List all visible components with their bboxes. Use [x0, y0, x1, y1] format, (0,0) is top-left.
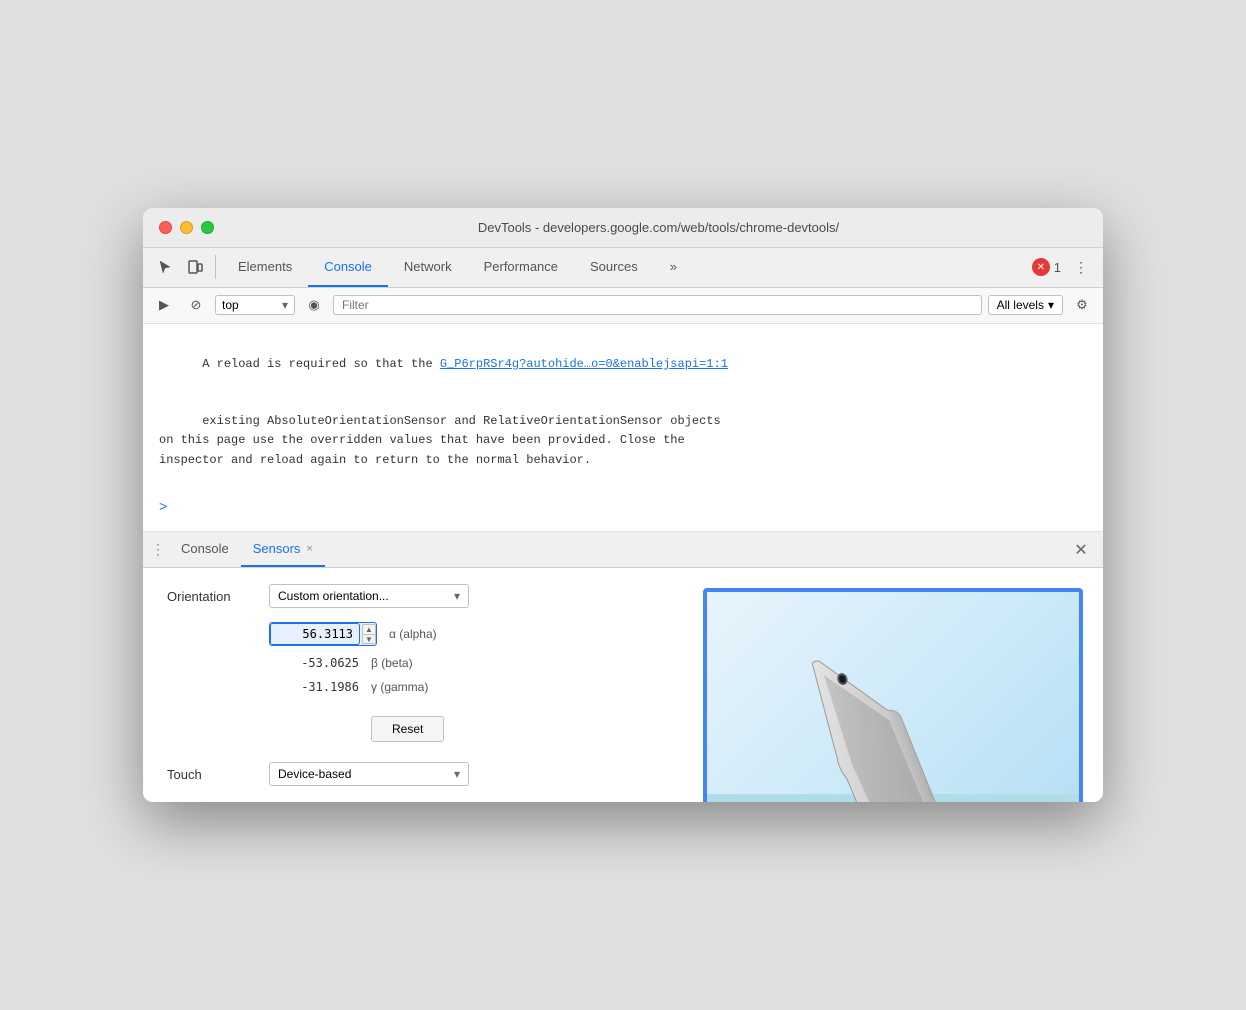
phone-visualization [703, 588, 1083, 802]
sensors-panel: Orientation Custom orientation... ▾ ▲ ▼ [143, 568, 1103, 802]
console-link[interactable]: G_P6rpRSr4g?autohide…o=0&enablejsapi=1:1 [440, 357, 728, 371]
close-button[interactable] [159, 221, 172, 234]
console-prompt[interactable]: > [159, 497, 1087, 519]
devtools-window: DevTools - developers.google.com/web/too… [143, 208, 1103, 803]
sensors-tab-close[interactable]: × [306, 543, 312, 555]
log-levels-button[interactable]: All levels ▾ [988, 295, 1063, 315]
bottom-tabs-bar: ⋮ Console Sensors × ✕ [143, 532, 1103, 568]
beta-label: β (beta) [371, 656, 413, 670]
alpha-input[interactable] [270, 623, 360, 645]
bottom-panel: ⋮ Console Sensors × ✕ Orientation Custom… [143, 532, 1103, 802]
bottom-tab-sensors[interactable]: Sensors × [241, 532, 325, 567]
bottom-panel-close-button[interactable]: ✕ [1067, 536, 1095, 564]
touch-dropdown-arrow: ▾ [454, 767, 460, 781]
tab-performance[interactable]: Performance [468, 248, 574, 287]
orientation-dropdown-arrow: ▾ [454, 589, 460, 603]
block-icon[interactable]: ⊘ [183, 292, 209, 318]
reset-button[interactable]: Reset [371, 716, 444, 742]
run-script-button[interactable]: ▶ [151, 292, 177, 318]
console-message: A reload is required so that the G_P6rpR… [159, 336, 1087, 490]
message-text-body: existing AbsoluteOrientationSensor and R… [159, 414, 721, 466]
tab-console[interactable]: Console [308, 248, 388, 287]
orientation-dropdown[interactable]: Custom orientation... ▾ [269, 584, 469, 608]
phone-3d-model [754, 602, 1033, 802]
message-text-prefix: A reload is required so that the [202, 357, 440, 371]
error-badge: ✕ [1032, 258, 1050, 276]
devtools-toolbar: Elements Console Network Performance Sou… [143, 248, 1103, 288]
drawer-more-icon[interactable]: ⋮ [151, 541, 165, 558]
toolbar-divider [215, 255, 216, 279]
device-icon[interactable] [181, 253, 209, 281]
context-dropdown-arrow: ▾ [282, 298, 288, 312]
gamma-input[interactable] [269, 680, 359, 694]
title-bar: DevTools - developers.google.com/web/too… [143, 208, 1103, 248]
error-indicator[interactable]: ✕ 1 [1032, 258, 1061, 276]
eye-icon[interactable]: ◉ [301, 292, 327, 318]
gamma-label: γ (gamma) [371, 680, 428, 694]
alpha-label: α (alpha) [389, 627, 437, 641]
settings-icon[interactable]: ⚙ [1069, 292, 1095, 318]
cursor-icon[interactable] [151, 253, 179, 281]
alpha-decrement[interactable]: ▼ [362, 634, 376, 644]
levels-chevron-icon: ▾ [1048, 298, 1054, 312]
traffic-lights [159, 221, 214, 234]
console-toolbar: ▶ ⊘ top ▾ ◉ All levels ▾ ⚙ [143, 288, 1103, 324]
error-count: 1 [1054, 260, 1061, 275]
bottom-tab-console[interactable]: Console [169, 532, 241, 567]
tab-sources[interactable]: Sources [574, 248, 654, 287]
orientation-label: Orientation [167, 589, 257, 604]
tab-elements[interactable]: Elements [222, 248, 308, 287]
toolbar-right: ✕ 1 ⋮ [1032, 253, 1095, 281]
touch-label: Touch [167, 767, 257, 782]
tab-bar: Elements Console Network Performance Sou… [222, 248, 1030, 287]
touch-dropdown[interactable]: Device-based ▾ [269, 762, 469, 786]
window-title: DevTools - developers.google.com/web/too… [230, 220, 1087, 235]
console-output: A reload is required so that the G_P6rpR… [143, 324, 1103, 533]
filter-input[interactable] [333, 295, 982, 315]
more-options-icon[interactable]: ⋮ [1067, 253, 1095, 281]
tab-more[interactable]: » [654, 248, 693, 287]
context-selector[interactable]: top ▾ [215, 295, 295, 315]
alpha-spinner: ▲ ▼ [362, 624, 376, 644]
minimize-button[interactable] [180, 221, 193, 234]
tab-network[interactable]: Network [388, 248, 468, 287]
phone-viz-inner [707, 592, 1079, 802]
maximize-button[interactable] [201, 221, 214, 234]
alpha-increment[interactable]: ▲ [362, 624, 376, 634]
beta-input[interactable] [269, 656, 359, 670]
